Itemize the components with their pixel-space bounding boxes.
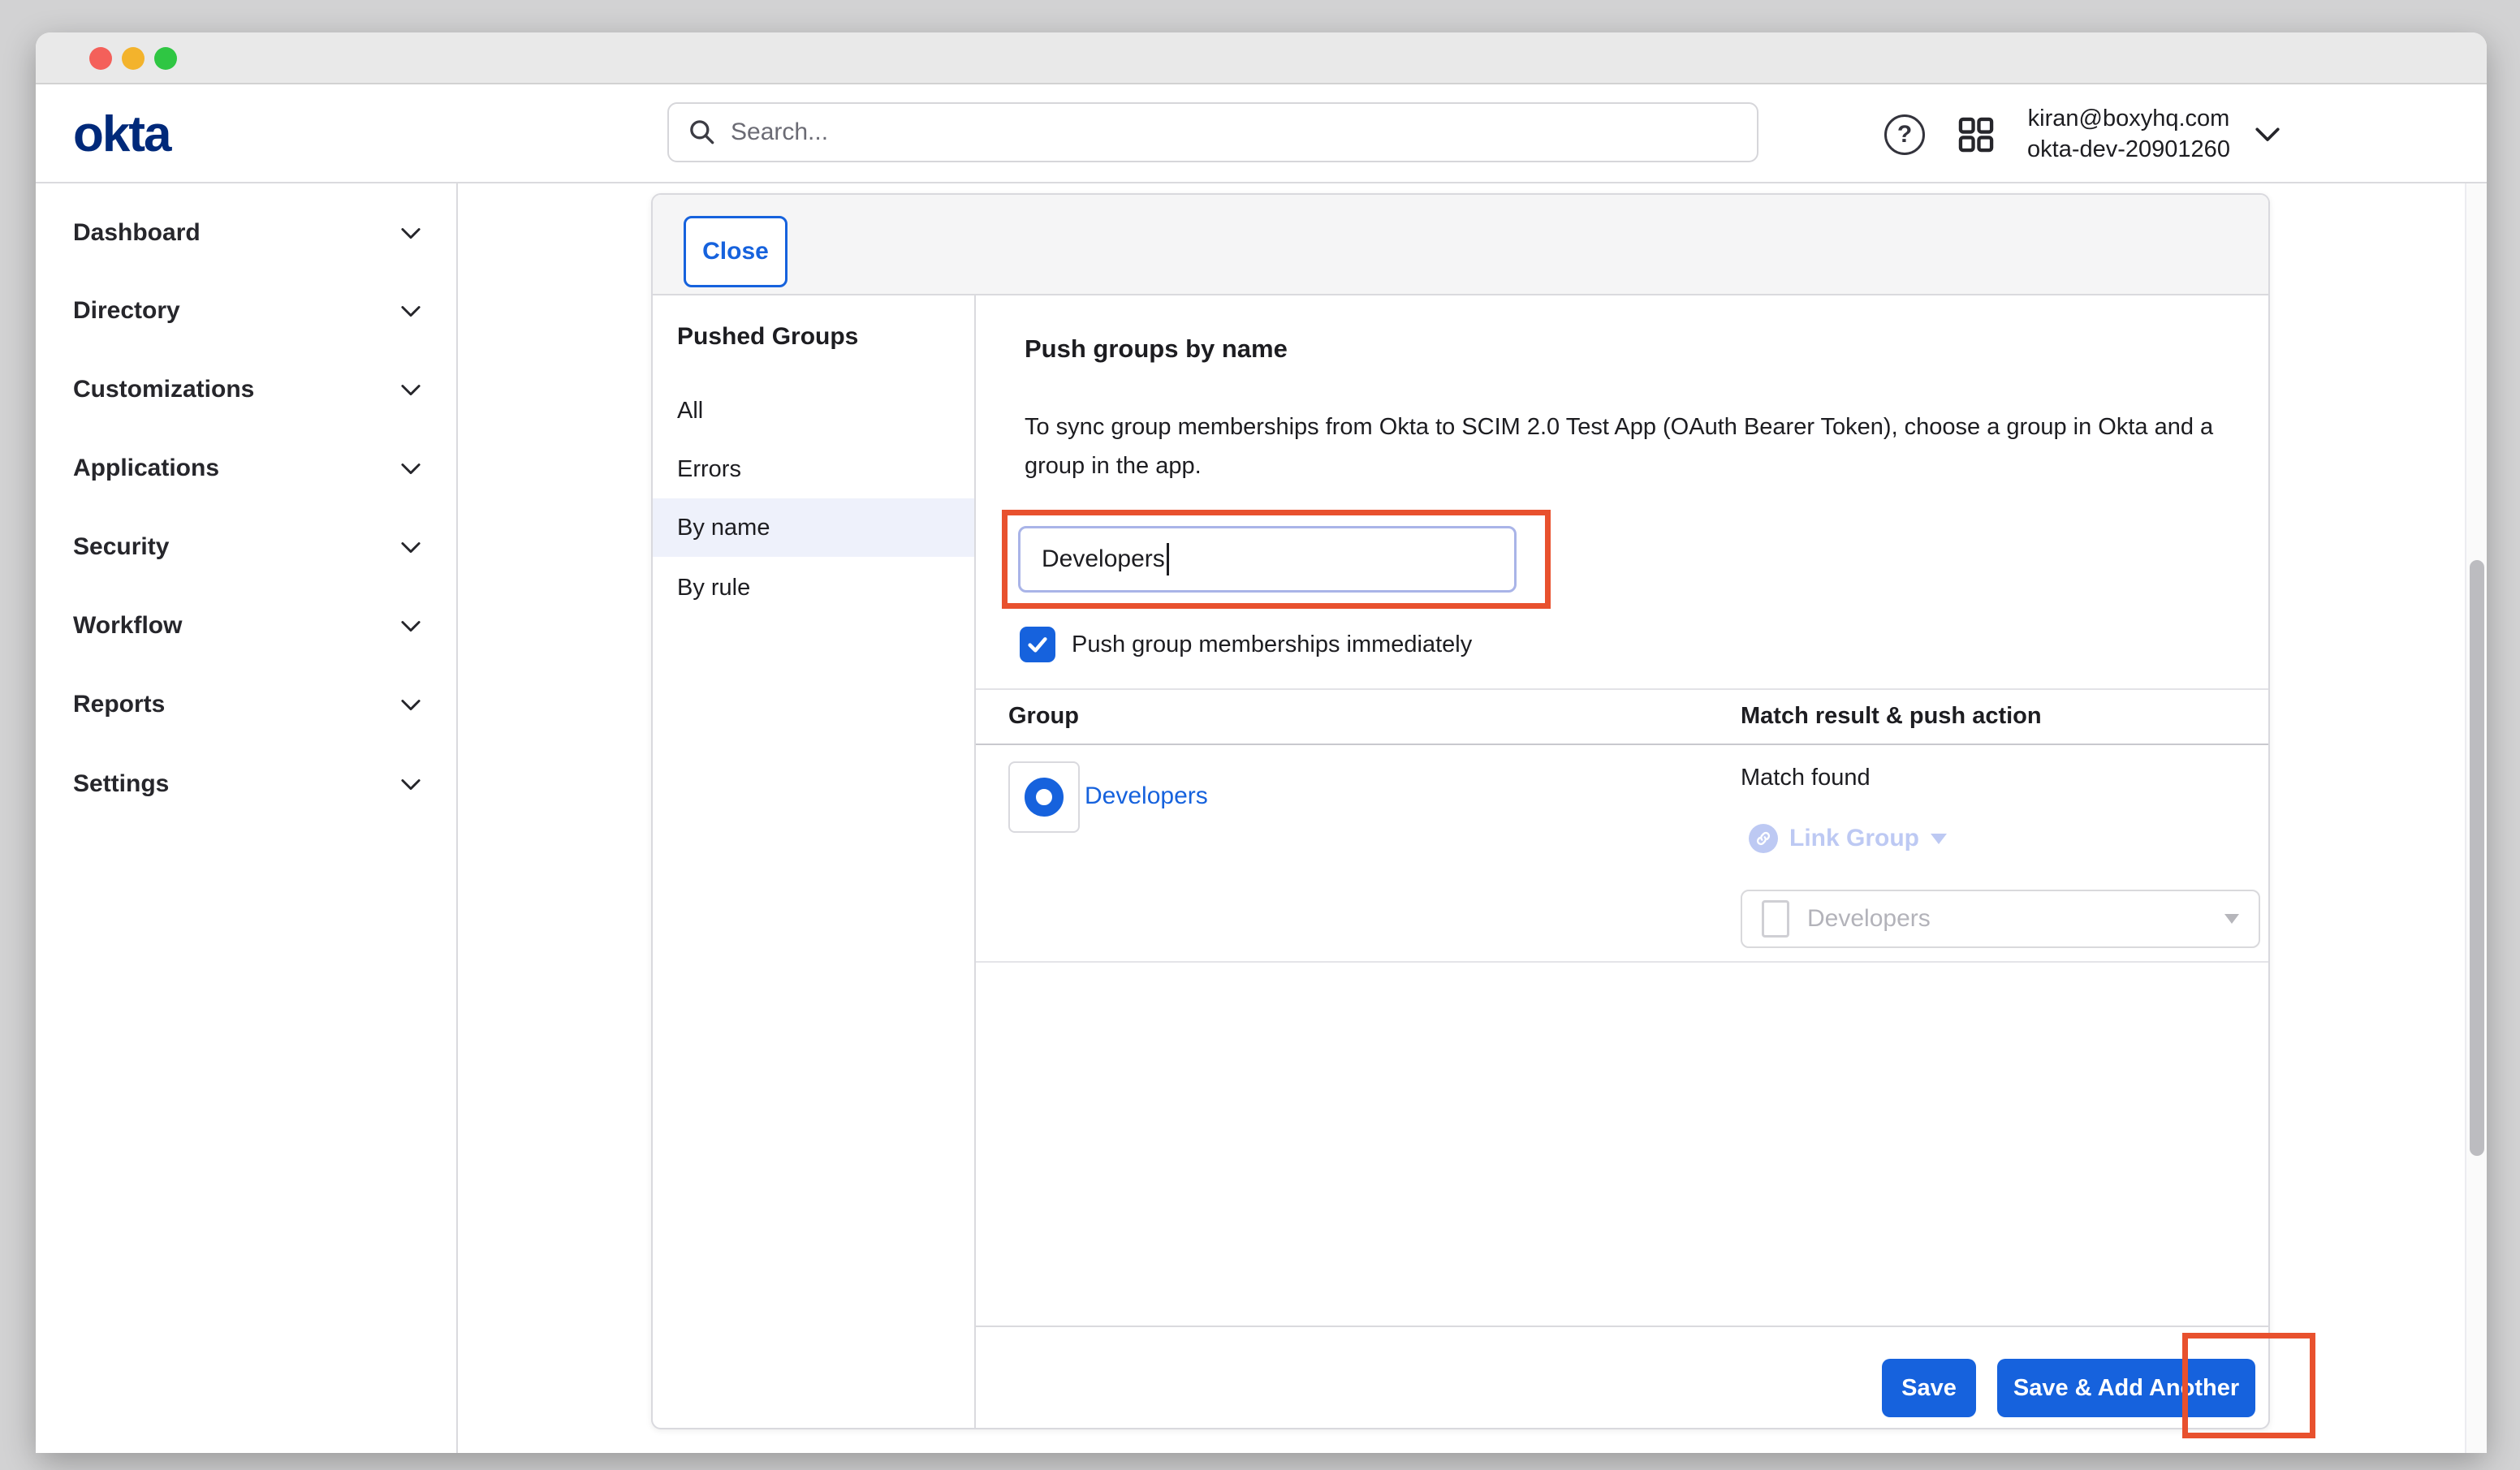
- page-description: To sync group memberships from Okta to S…: [1025, 407, 2242, 485]
- account-org: okta-dev-20901260: [2021, 134, 2237, 165]
- target-group-dropdown[interactable]: Developers: [1741, 890, 2260, 948]
- link-group-label: Link Group: [1789, 825, 1919, 852]
- window-close-button[interactable]: [89, 47, 112, 70]
- search-icon: [687, 117, 718, 148]
- window-zoom-button[interactable]: [154, 47, 177, 70]
- match-result-text: Match found: [1741, 763, 1871, 792]
- apps-grid-button[interactable]: [1955, 114, 1997, 156]
- help-button[interactable]: ?: [1884, 114, 1925, 155]
- link-icon: [1749, 824, 1778, 853]
- group-name-input-value: Developers: [1042, 545, 1165, 573]
- checkmark-icon: [1025, 632, 1051, 657]
- chevron-down-icon: [399, 382, 422, 397]
- chevron-down-icon: [399, 697, 422, 712]
- app-header: okta ? kiran: [36, 84, 2487, 183]
- window-minimize-button[interactable]: [122, 47, 145, 70]
- account-menu[interactable]: kiran@boxyhq.com okta-dev-20901260: [2021, 103, 2237, 165]
- chevron-down-icon: [399, 461, 422, 476]
- panel-header: Close: [653, 195, 2268, 295]
- panel-footer: Save Save & Add Another: [976, 1326, 2268, 1428]
- sidebar-item-workflow[interactable]: Workflow: [36, 587, 456, 665]
- column-header-group: Group: [1008, 701, 1079, 731]
- pushed-groups-subnav: Pushed Groups All Errors By name By rule: [653, 295, 976, 1428]
- search-input[interactable]: [731, 119, 1739, 146]
- push-by-name-content: Push groups by name To sync group member…: [976, 295, 2268, 1428]
- global-search[interactable]: [667, 102, 1758, 162]
- group-placeholder-icon: [1762, 900, 1789, 938]
- okta-logo: okta: [73, 106, 170, 163]
- chevron-down-icon: [399, 226, 422, 240]
- group-name-input[interactable]: Developers: [1018, 526, 1517, 593]
- group-circle-icon: [1025, 778, 1064, 817]
- sidebar-item-customizations[interactable]: Customizations: [36, 351, 456, 429]
- table-header-divider: [976, 744, 2268, 745]
- close-button[interactable]: Close: [684, 216, 788, 287]
- chevron-down-icon: [399, 619, 422, 633]
- chevron-down-icon[interactable]: [2254, 123, 2281, 144]
- column-header-match: Match result & push action: [1741, 701, 2042, 731]
- subnav-item-errors[interactable]: Errors: [653, 440, 974, 498]
- sidebar-item-security[interactable]: Security: [36, 508, 456, 586]
- sidebar-item-directory[interactable]: Directory: [36, 272, 456, 350]
- save-button[interactable]: Save: [1882, 1359, 1976, 1417]
- page-title: Push groups by name: [1025, 334, 1288, 364]
- question-mark-icon: ?: [1897, 121, 1912, 149]
- chevron-down-icon: [399, 304, 422, 318]
- save-add-another-button[interactable]: Save & Add Another: [1997, 1359, 2255, 1417]
- account-email: kiran@boxyhq.com: [2021, 103, 2237, 134]
- chevron-down-icon: [399, 540, 422, 554]
- sidebar: Dashboard Directory Customizations Appli…: [36, 183, 458, 1453]
- text-cursor: [1167, 543, 1169, 575]
- caret-down-icon: [1931, 834, 1947, 844]
- link-group-action[interactable]: Link Group: [1749, 822, 1947, 855]
- push-immediately-checkbox[interactable]: [1020, 627, 1055, 662]
- target-group-value: Developers: [1807, 905, 2224, 933]
- subnav-item-by-name[interactable]: By name: [653, 498, 974, 557]
- subnav-item-all[interactable]: All: [653, 382, 974, 440]
- sidebar-item-settings[interactable]: Settings: [36, 745, 456, 823]
- group-name-link[interactable]: Developers: [1085, 782, 1208, 811]
- push-immediately-label: Push group memberships immediately: [1072, 627, 1472, 662]
- scrollbar-thumb[interactable]: [2470, 560, 2484, 1156]
- subnav-title: Pushed Groups: [677, 323, 858, 351]
- grid-icon: [1955, 114, 1997, 156]
- scrollbar-track[interactable]: [2465, 183, 2487, 1453]
- subnav-item-by-rule[interactable]: By rule: [653, 558, 974, 617]
- section-divider: [976, 688, 2268, 690]
- dropdown-caret-icon: [2224, 914, 2239, 924]
- window-titlebar: [36, 32, 2487, 84]
- push-groups-panel: Close Pushed Groups All Errors By name B…: [651, 193, 2270, 1429]
- group-avatar: [1008, 761, 1080, 833]
- sidebar-item-dashboard[interactable]: Dashboard: [36, 194, 456, 272]
- browser-window: okta ? kiran: [36, 32, 2487, 1453]
- sidebar-item-reports[interactable]: Reports: [36, 666, 456, 744]
- table-row-divider: [976, 961, 2268, 963]
- sidebar-item-applications[interactable]: Applications: [36, 429, 456, 507]
- chevron-down-icon: [399, 777, 422, 791]
